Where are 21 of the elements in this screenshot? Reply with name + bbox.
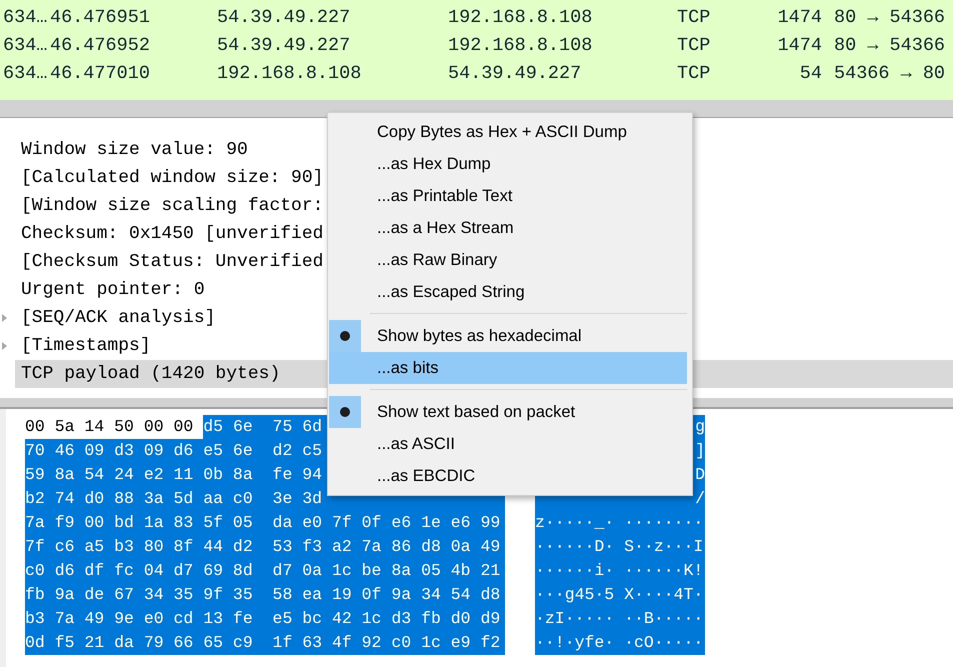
table-cell: 634… xyxy=(3,35,48,56)
table-cell: 46.476952 xyxy=(50,35,150,56)
table-cell: 80 → 54366 xyxy=(834,35,946,56)
table-cell: TCP xyxy=(677,63,710,84)
table-cell: TCP xyxy=(677,7,710,28)
table-cell: 54.39.49.227 xyxy=(448,63,582,84)
table-cell: 634… xyxy=(3,63,48,84)
table-cell: TCP xyxy=(677,35,710,56)
table-cell: 192.168.8.108 xyxy=(448,35,592,56)
table-cell: 1474 xyxy=(778,7,822,28)
table-cell: 192.168.8.108 xyxy=(448,7,592,28)
table-cell: 54366 → 80 xyxy=(834,63,946,84)
table-cell: 634… xyxy=(3,7,48,28)
table-cell: 54 xyxy=(800,63,822,84)
table-cell: 54.39.49.227 xyxy=(217,35,350,56)
table-cell: 54.39.49.227 xyxy=(217,7,350,28)
table-cell: 46.476951 xyxy=(50,7,150,28)
table-cell: 80 → 54366 xyxy=(834,7,946,28)
table-cell: 192.168.8.108 xyxy=(217,63,362,84)
table-cell: 1474 xyxy=(778,35,822,56)
table-cell: 46.477010 xyxy=(50,63,150,84)
